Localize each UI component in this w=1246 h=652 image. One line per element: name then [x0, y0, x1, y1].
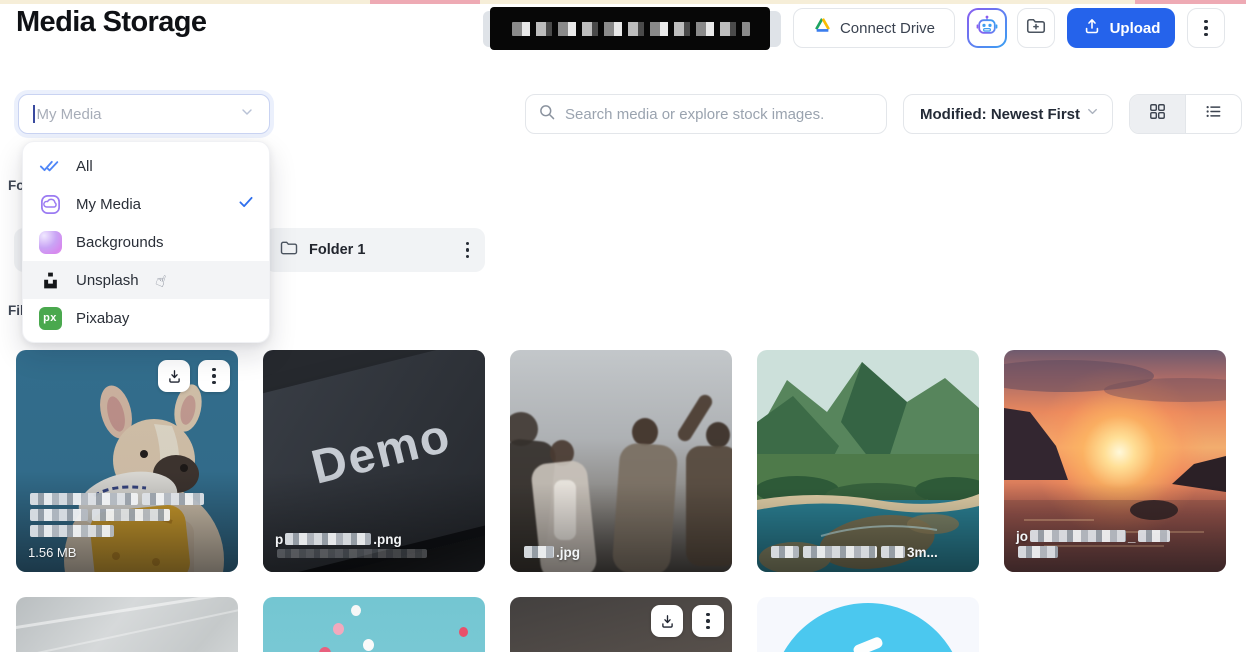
media-card-dark[interactable] [510, 597, 732, 652]
media-card-people[interactable]: .jpg [510, 350, 732, 572]
top-edge-strip [0, 0, 1246, 4]
upload-button[interactable]: Upload [1067, 8, 1175, 48]
grid-icon [1148, 102, 1167, 126]
double-check-icon [37, 157, 63, 175]
collection-menu: All My Media Backgrounds Unsplash ☝ px P… [22, 141, 270, 343]
file-size: 1.56 MB [28, 545, 77, 560]
menu-item-label: Backgrounds [76, 233, 164, 251]
chevron-down-icon [239, 104, 255, 125]
sort-dropdown[interactable]: Modified: Newest First [903, 94, 1113, 134]
folder-more-button[interactable] [462, 238, 474, 263]
pixabay-icon: px [37, 306, 63, 330]
menu-item-all[interactable]: All [23, 147, 269, 185]
ai-assistant-button[interactable] [967, 8, 1007, 48]
upload-icon [1082, 16, 1102, 41]
kebab-icon [212, 367, 216, 385]
list-view-button[interactable] [1186, 95, 1241, 133]
hand-cursor-icon: ☝ [152, 269, 168, 291]
menu-item-label: My Media [76, 195, 142, 213]
google-drive-icon [813, 16, 832, 40]
text-caret [33, 105, 35, 123]
connect-drive-button[interactable]: Connect Drive [793, 8, 955, 48]
unsplash-icon [37, 271, 63, 290]
upload-label: Upload [1109, 19, 1161, 37]
download-icon [168, 369, 180, 383]
menu-item-pixabay[interactable]: px Pixabay [23, 299, 269, 337]
hover-overlay [757, 350, 979, 572]
file-name: .jpg [522, 544, 720, 560]
chevron-down-icon [1085, 104, 1100, 124]
menu-item-backgrounds[interactable]: Backgrounds [23, 223, 269, 261]
media-card-demo[interactable]: Demo p.png [263, 350, 485, 572]
kebab-icon [706, 612, 710, 630]
file-meta: .jpg [522, 544, 720, 560]
pixabay-badge: px [38, 306, 62, 330]
menu-item-label: Pixabay [76, 309, 130, 327]
file-meta: 1.56 MB [28, 491, 226, 560]
folder-plus-icon [1025, 15, 1047, 42]
media-storage-app: Media Storage Connect Drive Upload My Me… [0, 0, 1246, 652]
menu-item-label: Unsplash [76, 271, 139, 289]
download-button[interactable] [158, 360, 190, 392]
file-name: jo _ [1016, 528, 1214, 560]
file-name-redacted [28, 491, 226, 507]
file-name: 3m... [769, 544, 967, 560]
menu-item-my-media[interactable]: My Media [23, 185, 269, 223]
hover-overlay [510, 350, 732, 572]
collection-filter-placeholder: My Media [36, 105, 102, 123]
new-folder-button[interactable] [1017, 8, 1055, 48]
redacted-region[interactable] [490, 7, 770, 50]
file-meta: jo _ [1016, 528, 1214, 560]
file-name: p .png [275, 531, 402, 547]
file-meta: 3m... [769, 544, 967, 560]
backgrounds-swatch-icon [37, 230, 63, 254]
kebab-icon [1204, 19, 1208, 37]
media-card-mountains[interactable]: 3m... [757, 350, 979, 572]
check-icon [237, 193, 255, 216]
collection-filter-dropdown[interactable]: My Media [18, 94, 270, 134]
media-card-clouds[interactable] [16, 597, 238, 652]
search-input[interactable] [565, 105, 874, 123]
media-card-logo[interactable] [757, 597, 979, 652]
page-title: Media Storage [16, 6, 207, 38]
card-more-button[interactable] [692, 605, 724, 637]
folder-name: Folder 1 [309, 242, 366, 258]
list-icon [1204, 102, 1223, 126]
download-icon [661, 614, 673, 628]
download-button[interactable] [651, 605, 683, 637]
media-card-balloons[interactable] [263, 597, 485, 652]
menu-item-unsplash[interactable]: Unsplash ☝ [23, 261, 269, 299]
search-bar[interactable] [525, 94, 887, 134]
redacted-text [512, 22, 750, 36]
search-icon [538, 103, 556, 126]
file-meta: p .png [275, 531, 473, 560]
header-more-button[interactable] [1187, 8, 1225, 48]
folder-card[interactable]: Folder 1 [265, 228, 485, 272]
view-toggle [1129, 94, 1242, 134]
folder-icon [279, 238, 299, 263]
media-card-dog[interactable]: 1.56 MB [16, 350, 238, 572]
sort-label: Modified: Newest First [920, 105, 1081, 123]
grid-view-button[interactable] [1130, 95, 1185, 133]
card-more-button[interactable] [198, 360, 230, 392]
menu-item-label: All [76, 157, 93, 175]
media-card-sunset[interactable]: jo _ [1004, 350, 1226, 572]
robot-icon [975, 14, 999, 43]
connect-drive-label: Connect Drive [839, 19, 936, 37]
my-media-icon [37, 193, 63, 216]
